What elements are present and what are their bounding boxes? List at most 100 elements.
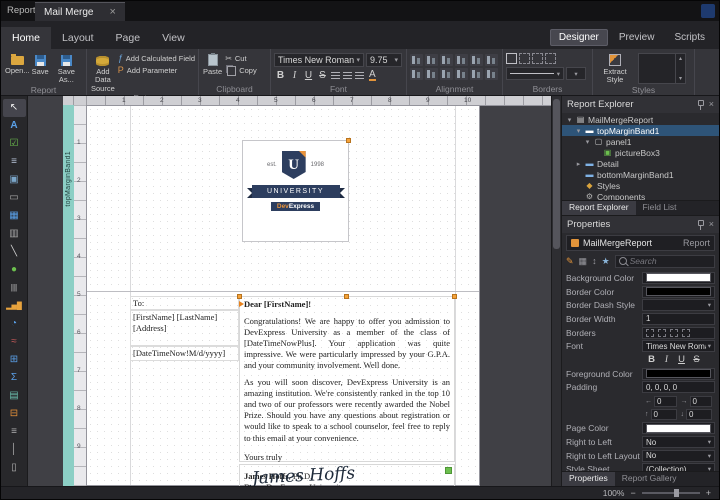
signature-picture-box[interactable]: James Hoffs xyxy=(239,464,455,486)
property-value[interactable]: (Collection)▾ xyxy=(642,463,715,471)
tab-report-explorer[interactable]: Report Explorer xyxy=(562,201,636,215)
align-text-center-icon[interactable] xyxy=(343,72,352,79)
property-value[interactable] xyxy=(642,368,715,380)
cross-band-box-tool[interactable]: ▯ xyxy=(3,459,26,477)
add-calculated-field-button[interactable]: ƒ Add Calculated Field xyxy=(116,53,197,64)
font-underline-button[interactable]: U xyxy=(303,70,314,81)
selection-handle[interactable] xyxy=(346,138,351,143)
shape-tool[interactable]: ● xyxy=(3,261,26,279)
spinner-arrow-icon[interactable]: ← xyxy=(645,398,652,405)
align-text-left-icon[interactable] xyxy=(331,72,340,79)
property-value[interactable] xyxy=(642,327,715,339)
font-italic-button[interactable]: I xyxy=(289,70,300,81)
property-row-background-color[interactable]: Background Color xyxy=(566,271,715,285)
property-row-border-dash-style[interactable]: Border Dash Style▾ xyxy=(566,298,715,312)
table-of-contents-tool[interactable]: ≡ xyxy=(3,423,26,441)
tab-field-list[interactable]: Field List xyxy=(636,201,684,215)
spinner-arrow-icon[interactable]: ↓ xyxy=(681,411,685,418)
report-page[interactable]: est. U 1998 UNIVERSITY DevExpress To: xyxy=(86,105,480,486)
make-same-size-icon[interactable] xyxy=(440,68,453,80)
tab-properties[interactable]: Properties xyxy=(562,472,615,486)
font-color-icon[interactable]: A xyxy=(369,70,376,81)
picture-box-tool[interactable]: ▣ xyxy=(3,171,26,189)
padding-spinner[interactable]: ↑0 xyxy=(645,409,677,420)
property-value[interactable]: 0, 0, 0, 0 xyxy=(642,381,715,393)
spinner-value[interactable]: 0 xyxy=(686,409,712,420)
spinner-value[interactable]: 0 xyxy=(690,396,713,407)
align-left-edges-icon[interactable] xyxy=(410,54,423,66)
categorized-icon[interactable]: ▦ xyxy=(579,257,588,266)
make-same-width-icon[interactable] xyxy=(410,68,423,80)
property-row-border-color[interactable]: Border Color xyxy=(566,285,715,299)
align-bottom-edges-icon[interactable] xyxy=(485,54,498,66)
tree-node-topmarginband1[interactable]: ▾▬topMarginBand1 xyxy=(562,125,719,136)
gallery-down-icon[interactable]: ▾ xyxy=(679,75,682,82)
padding-spinner[interactable]: ←0 xyxy=(645,396,677,407)
vertical-spacing-icon[interactable] xyxy=(470,68,483,80)
detail-band-boundary[interactable] xyxy=(87,291,479,292)
align-right-edges-icon[interactable] xyxy=(440,54,453,66)
align-to-grid-icon[interactable] xyxy=(485,68,498,80)
align-horizontal-centers-icon[interactable] xyxy=(425,54,438,66)
borders-top-icon[interactable] xyxy=(532,53,543,64)
pin-icon[interactable] xyxy=(696,220,704,230)
property-value[interactable]: ▾ xyxy=(642,299,715,311)
spinner-value[interactable]: 0 xyxy=(654,396,677,407)
extract-style-button[interactable]: Extract Style xyxy=(596,51,634,85)
scrollbar-thumb[interactable] xyxy=(553,99,560,249)
selection-handle[interactable] xyxy=(237,294,242,299)
letter-body-rich-text[interactable]: Dear [FirstName]! Congratulations! We ar… xyxy=(239,296,455,462)
sparkline-tool[interactable]: ≈ xyxy=(3,333,26,351)
align-text-right-icon[interactable] xyxy=(355,72,364,79)
pin-icon[interactable] xyxy=(696,100,704,110)
picture-tag-icon[interactable] xyxy=(445,467,452,474)
font-strikeout-button[interactable]: S xyxy=(317,70,328,81)
ribbon-tab-view[interactable]: View xyxy=(151,27,196,49)
ribbon-tab-home[interactable]: Home xyxy=(1,27,51,49)
property-value[interactable] xyxy=(642,422,715,434)
gauge-tool[interactable]: ◔ xyxy=(3,315,26,333)
property-row-font[interactable]: FontTimes New Roman▾ xyxy=(566,339,715,353)
style-brush-icon[interactable]: ✎ xyxy=(566,257,574,266)
alphabetical-icon[interactable]: ↕ xyxy=(592,257,597,266)
padding-spinner[interactable]: →0 xyxy=(681,396,713,407)
cross-band-line-tool[interactable]: │ xyxy=(3,441,26,459)
chart-tool[interactable]: ▂▅█ xyxy=(3,297,26,315)
property-value[interactable]: No▾ xyxy=(642,450,715,462)
tree-node-picturebox3[interactable]: ▣pictureBox3 xyxy=(562,147,719,158)
gallery-up-icon[interactable]: ▴ xyxy=(679,55,682,62)
save-button[interactable]: Save xyxy=(31,51,50,85)
expander-icon[interactable]: ▸ xyxy=(575,160,582,168)
table-tool[interactable]: ▦ xyxy=(3,207,26,225)
property-row-right-to-left[interactable]: Right to LeftNo▾ xyxy=(566,435,715,449)
label-tool[interactable]: A xyxy=(3,117,26,135)
ribbon-tab-page[interactable]: Page xyxy=(105,27,152,49)
panel-tool[interactable]: ▭ xyxy=(3,189,26,207)
close-icon[interactable]: × xyxy=(709,100,714,109)
border-edge-icon[interactable] xyxy=(658,329,666,337)
font-family-combo[interactable]: Times New Roman ▾ xyxy=(274,53,364,67)
borders-all-icon[interactable] xyxy=(506,53,517,64)
font-size-combo[interactable]: 9.75 ▾ xyxy=(366,53,402,67)
styles-gallery-scroll[interactable]: ▴ ▾ xyxy=(675,54,685,83)
cut-button[interactable]: ✂ Cut xyxy=(223,53,259,64)
font-bold-button[interactable]: B xyxy=(645,354,658,365)
document-tab-mail-merge[interactable]: Mail Merge × xyxy=(35,2,125,21)
page-break-tool[interactable]: ⊟ xyxy=(3,405,26,423)
property-row-foreground-color[interactable]: Foreground Color xyxy=(566,367,715,381)
sum-tool[interactable]: Σ xyxy=(3,369,26,387)
font-italic-button[interactable]: I xyxy=(660,355,673,365)
add-parameter-button[interactable]: P Add Parameter xyxy=(116,65,197,76)
close-icon[interactable]: × xyxy=(709,220,714,229)
subreport-tool[interactable]: ▤ xyxy=(3,387,26,405)
design-surface[interactable]: 12345678910 topMarginBand1 123456789 est… xyxy=(28,96,551,486)
property-value[interactable]: No▾ xyxy=(642,436,715,448)
property-value[interactable]: Times New Roman▾ xyxy=(642,340,715,352)
selected-object-combo[interactable]: MailMergeReport Report xyxy=(566,235,715,251)
property-row-right-to-left-layout[interactable]: Right to Left LayoutNo▾ xyxy=(566,449,715,463)
zoom-slider-thumb[interactable] xyxy=(674,489,679,497)
tab-close-icon[interactable]: × xyxy=(109,7,115,17)
selection-handle[interactable] xyxy=(452,294,457,299)
property-value[interactable] xyxy=(642,272,715,284)
date-cell[interactable]: [DateTimeNow!M/d/yyyy] xyxy=(130,346,239,361)
